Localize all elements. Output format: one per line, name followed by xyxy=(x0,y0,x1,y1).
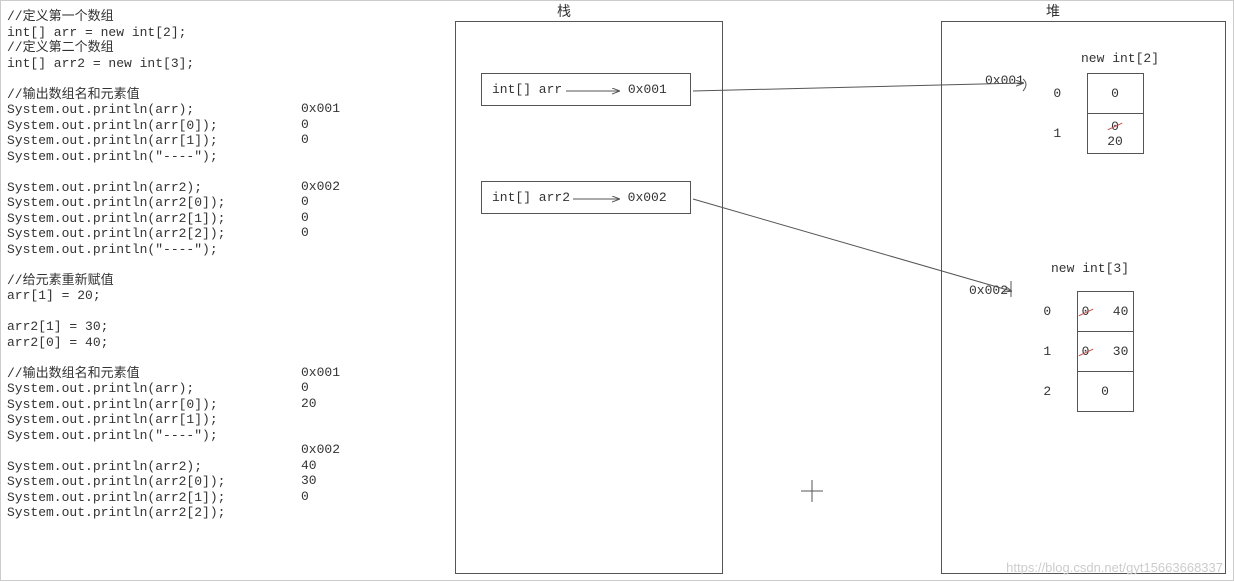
heap-arr2-cell1: 0 30 xyxy=(1077,332,1133,372)
heap-arr2-idx2: 2 xyxy=(1021,372,1077,412)
heap-arr2-idx0: 0 xyxy=(1021,292,1077,332)
watermark: https://blog.csdn.net/gyt15663668337 xyxy=(1006,560,1223,575)
var-addr: 0x001 xyxy=(628,82,667,97)
heap-arr2-val1-new: 30 xyxy=(1113,344,1129,359)
var-label: int[] arr xyxy=(492,82,562,97)
stack-title: 栈 xyxy=(557,1,571,21)
var-addr: 0x002 xyxy=(628,190,667,205)
heap-arr2-val0-old: 0 xyxy=(1082,304,1090,319)
output-column: 0x001 0 0 0x002 0 0 0 0x001 0 20 0x002 4… xyxy=(301,101,381,504)
heap-arr2-val1-old: 0 xyxy=(1082,344,1090,359)
heap-arr2-cell2: 0 xyxy=(1077,372,1133,412)
heap-arr2-idx1: 1 xyxy=(1021,332,1077,372)
heap-arr-val1-new: 20 xyxy=(1107,134,1123,149)
heap-arr2-val0-new: 40 xyxy=(1113,304,1129,319)
heap-arr2-cell0: 0 40 xyxy=(1077,292,1133,332)
heap-arr-table: 0 0 1 0 20 xyxy=(1031,73,1144,154)
heap-title: 堆 xyxy=(1046,1,1060,21)
code-listing: //定义第一个数组 int[] arr = new int[2]; //定义第二… xyxy=(7,9,287,521)
heap-arr-cell1: 0 20 xyxy=(1087,114,1143,154)
heap-arr2-addr-label: 0x002 xyxy=(969,283,1008,298)
var-label: int[] arr2 xyxy=(492,190,570,205)
heap-arr2-table: 0 0 40 1 0 30 2 0 xyxy=(1021,291,1134,412)
heap-arr-new-label: new int[2] xyxy=(1081,51,1159,66)
heap-arr-val1-old: 0 xyxy=(1111,119,1119,134)
heap-arr2-new-label: new int[3] xyxy=(1051,261,1129,276)
heap-arr-idx1: 1 xyxy=(1031,114,1087,154)
stack-var-arr2: int[] arr2 0x002 xyxy=(481,181,691,214)
stack-var-arr: int[] arr 0x001 xyxy=(481,73,691,106)
heap-arr-cell0: 0 xyxy=(1087,74,1143,114)
heap-arr-idx0: 0 xyxy=(1031,74,1087,114)
heap-arr-addr-label: 0x001 xyxy=(985,73,1024,88)
